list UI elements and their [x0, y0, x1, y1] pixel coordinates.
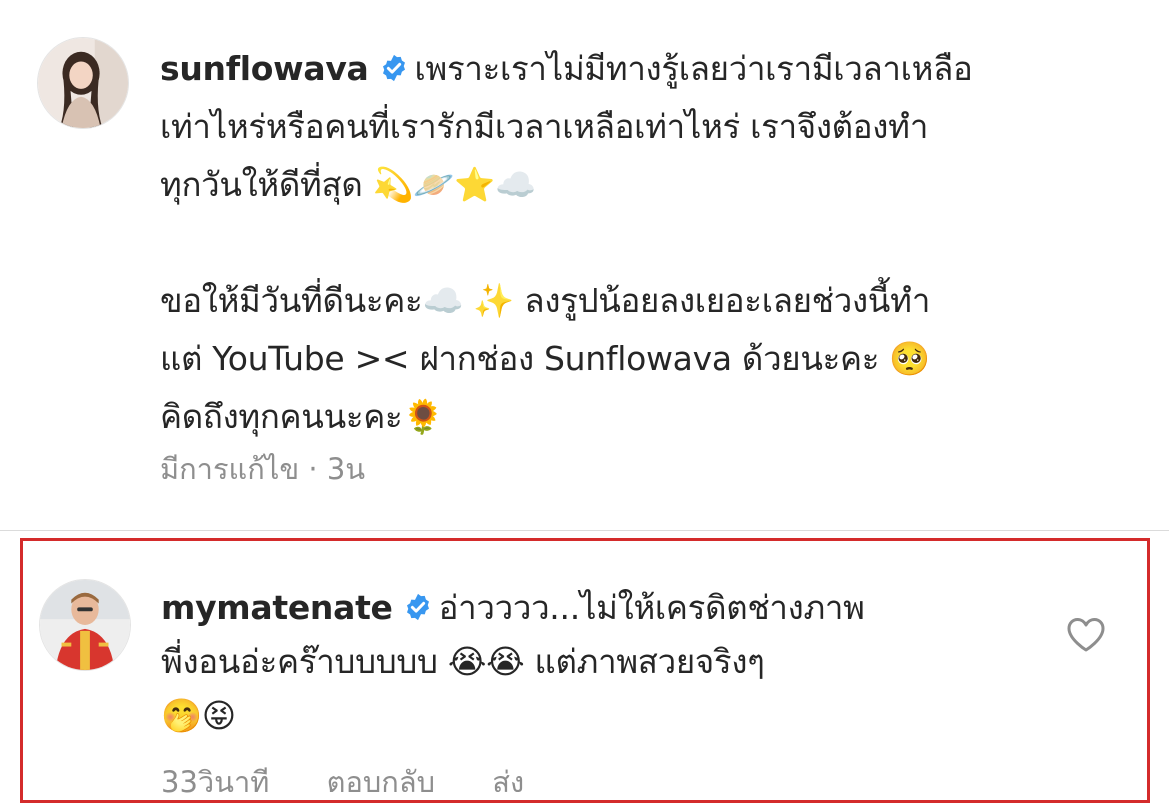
comment-text-block: mymatenate อ่าวววว...ไม่ให้เครดิตช่างภาพ …	[161, 581, 1041, 743]
username-link[interactable]: sunflowava	[160, 49, 369, 88]
send-button[interactable]: ส่ง	[492, 759, 524, 805]
verified-badge-icon	[379, 53, 409, 83]
caption-text-line: เท่าไหร่หรือคนที่เรารักมีเวลาเหลือเท่าไห…	[160, 107, 929, 146]
caption-text-line: ขอให้มีวันที่ดีนะคะ☁️ ✨ ลงรูปน้อยลงเยอะเ…	[160, 281, 931, 320]
username-link[interactable]: mymatenate	[161, 588, 393, 627]
caption-text-line: ทุกวันให้ดีที่สุด 💫🪐⭐️☁️	[160, 165, 536, 204]
reply-button[interactable]: ตอบกลับ	[327, 759, 435, 805]
comment-text-line: พี่งอนอ่ะคร๊าบบบบบ 😭😭 แต่ภาพสวยจริงๆ	[161, 642, 765, 681]
caption-text-line: แต่ YouTube >< ฝากช่อง Sunflowava ด้วยนะ…	[160, 339, 931, 378]
comment-text-line: อ่าวววว...ไม่ให้เครดิตช่างภาพ	[438, 588, 865, 627]
avatar-image	[40, 580, 130, 670]
divider	[0, 530, 1169, 531]
caption-text-line: เพราะเราไม่มีทางรู้เลยว่าเรามีเวลาเหลือ	[414, 49, 973, 88]
comment-text-line: 🤭😝	[161, 696, 236, 735]
avatar-image	[38, 38, 128, 128]
comment-timestamp: 33วินาที	[161, 765, 270, 799]
caption-text-line: คิดถึงทุกคนนะคะ🌻	[160, 397, 444, 436]
post-caption-comment: sunflowava เพราะเราไม่มีทางรู้เลยว่าเรามี…	[0, 0, 1169, 530]
like-heart-icon[interactable]	[1066, 617, 1106, 653]
caption-text-block: sunflowava เพราะเราไม่มีทางรู้เลยว่าเรามี…	[160, 40, 1120, 446]
highlighted-comment: mymatenate อ่าวววว...ไม่ให้เครดิตช่างภาพ …	[20, 538, 1150, 803]
caption-meta: มีการแก้ไข · 3น	[160, 452, 366, 486]
avatar[interactable]	[37, 37, 129, 129]
verified-badge-icon	[403, 592, 433, 622]
avatar[interactable]	[39, 579, 131, 671]
comment-actions: 33วินาที ตอบกลับ ส่ง	[161, 759, 572, 805]
